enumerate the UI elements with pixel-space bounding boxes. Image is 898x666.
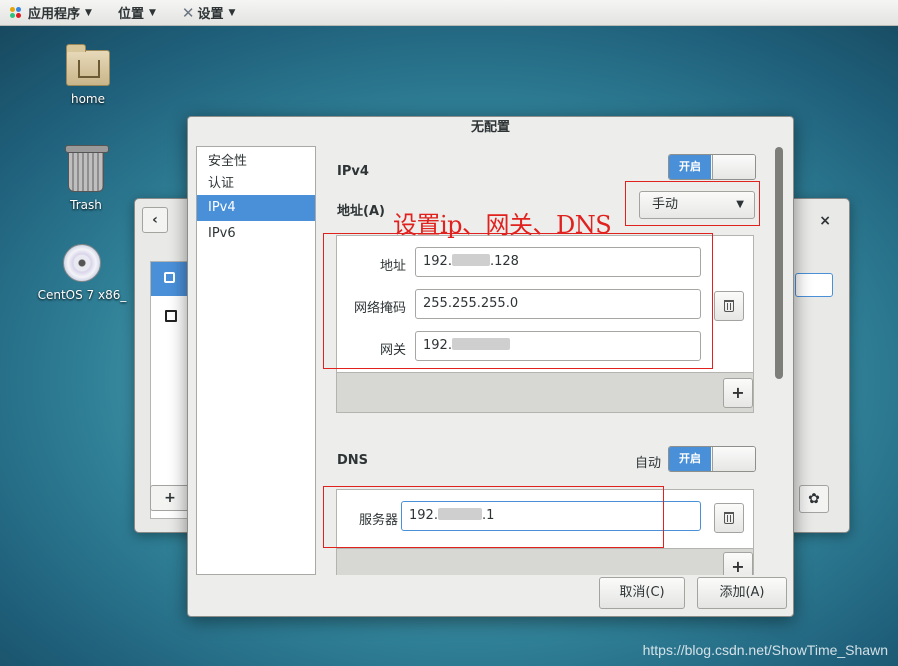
toggle-on-label: 开启 [669,447,711,471]
trash-icon [724,512,734,524]
scrollbar[interactable] [775,147,783,379]
desktop-icon-label: CentOS 7 x86_ [37,288,127,302]
desktop-icon-label: home [70,92,106,106]
watermark: https://blog.csdn.net/ShowTime_Shawn [642,642,888,658]
ipv4-section-label: IPv4 [337,164,369,179]
annotation-box-method [625,181,760,226]
network-icon[interactable] [165,310,177,322]
toggle-knob [712,155,755,179]
places-menu-label: 位置 [117,7,144,22]
dns-panel-footer [336,549,754,575]
add-address-button[interactable]: + [723,378,753,408]
add-connection-button[interactable]: + [150,485,190,511]
annotation-box-dns [323,486,664,548]
gear-icon[interactable]: ✿ [799,485,829,513]
background-field[interactable] [795,273,833,297]
annotation-text: 设置ip、网关、DNS [393,211,612,239]
settings-menu[interactable]: ✕ 设置 ▼ [181,3,236,23]
desktop-icon-label: Trash [70,198,102,212]
annotation-box-address [323,233,713,369]
toggle-on-label: 开启 [669,155,711,179]
places-menu[interactable]: 位置 ▼ [118,3,156,22]
sidebar-item-security[interactable]: 安全性 [197,151,315,173]
dns-auto-toggle[interactable]: 开启 [668,446,756,472]
top-panel: 应用程序 ▼ 位置 ▼ ✕ 设置 ▼ [0,0,898,26]
trash-icon [724,300,734,312]
trash-icon [65,145,109,192]
wired-icon [164,272,175,283]
chevron-down-icon: ▼ [148,7,156,18]
desktop-icon-centos-disc[interactable]: CentOS 7 x86_ [30,244,134,302]
dns-auto-label: 自动 [635,456,662,471]
list-item-selected[interactable] [151,262,189,296]
dialog-sidebar: 安全性 认证 IPv4 IPv6 [196,146,316,575]
disc-icon [63,244,101,282]
sidebar-item-ipv4[interactable]: IPv4 [197,195,315,221]
applications-icon [10,6,22,19]
chevron-down-icon: ▼ [85,7,92,18]
settings-menu-label: 设置 [197,7,224,22]
dns-section-label: DNS [337,453,369,468]
desktop-icon-trash[interactable]: Trash [54,145,118,212]
settings-tools-icon: ✕ [181,3,195,22]
connection-list [150,261,190,519]
chevron-down-icon: ▼ [228,7,236,18]
delete-dns-button[interactable] [714,503,744,533]
add-dns-button[interactable]: + [723,552,753,575]
desktop-icon-home[interactable]: home [56,44,120,106]
home-folder-icon [66,44,110,86]
add-button[interactable]: 添加(A) [697,577,787,609]
toggle-knob [712,447,755,471]
sidebar-item-auth[interactable]: 认证 [197,173,315,195]
sidebar-item-ipv6[interactable]: IPv6 [197,221,315,247]
addresses-label: 地址(A) [337,204,385,219]
cancel-button[interactable]: 取消(C) [599,577,685,609]
ipv4-toggle[interactable]: 开启 [668,154,756,180]
address-panel-footer [336,373,754,413]
applications-menu-label: 应用程序 [28,7,81,22]
back-button[interactable]: ‹ [142,207,168,233]
applications-menu[interactable]: 应用程序 ▼ [10,3,92,22]
dialog-title: 无配置 [470,120,510,135]
close-icon[interactable]: × [819,213,831,229]
delete-address-button[interactable] [714,291,744,321]
